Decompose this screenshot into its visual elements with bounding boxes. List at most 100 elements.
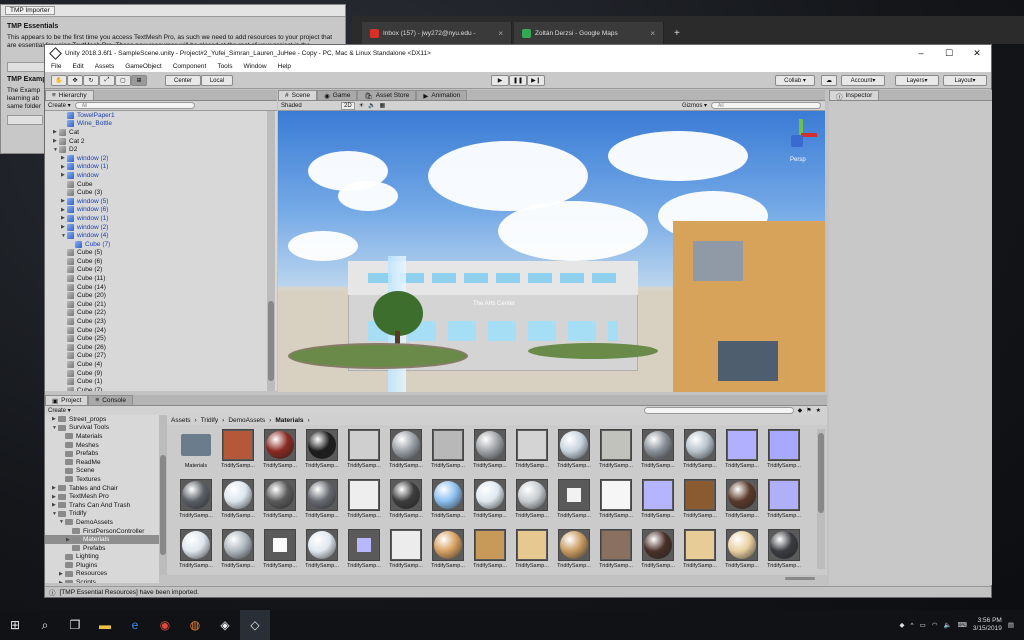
hierarchy-row[interactable]: Cube (7) (45, 240, 277, 249)
material-asset[interactable]: TridifySamp... (217, 429, 259, 479)
unity-icon[interactable]: ◇ (240, 610, 270, 640)
material-asset[interactable]: TridifySamp... (595, 529, 637, 579)
project-tree-item[interactable]: ▶ TextMesh Pro (45, 492, 159, 501)
material-asset[interactable]: TridifySamp... (469, 529, 511, 579)
menu-file[interactable]: File (51, 63, 61, 70)
favorite-icon[interactable]: ★ (816, 407, 821, 414)
project-tree-item[interactable]: ▼ Tridify (45, 510, 159, 519)
breadcrumb-item[interactable]: DemoAssets (228, 417, 265, 424)
battery-icon[interactable]: ▭ (920, 621, 926, 629)
scene-search-input[interactable]: All (711, 102, 821, 109)
asset-folder[interactable]: Materials (175, 429, 217, 479)
material-asset[interactable]: TridifySamp... (217, 529, 259, 579)
tab-console[interactable]: ≡ Console (88, 395, 134, 405)
hierarchy-scrollbar[interactable] (267, 111, 275, 391)
project-tree-item[interactable]: ▶ Scripts (45, 578, 159, 583)
material-asset[interactable]: TridifySamp... (385, 479, 427, 529)
transform-tool-button[interactable]: ⊞ (131, 75, 147, 86)
minimize-button[interactable]: – (907, 48, 935, 59)
hierarchy-row[interactable]: Cube (7) (45, 386, 277, 391)
close-icon[interactable]: × (498, 29, 503, 38)
hierarchy-row[interactable]: Cube (14) (45, 283, 277, 292)
material-asset[interactable]: TridifySamp... (721, 479, 763, 529)
tab-inspector[interactable]: ⓘ Inspector (829, 90, 880, 101)
browser-tab-inbox[interactable]: Inbox (157) - jwy272@nyu.edu - × (362, 22, 512, 44)
material-asset[interactable]: TridifySamp... (679, 529, 721, 579)
gizmo-z-axis[interactable] (791, 135, 803, 147)
project-tree-item[interactable]: ReadMe (45, 458, 159, 467)
play-button[interactable]: ▶ (491, 75, 509, 86)
material-asset[interactable]: TridifySamp... (343, 529, 385, 579)
collab-button[interactable]: Collab ▾ (775, 75, 815, 86)
menu-component[interactable]: Component (173, 63, 207, 70)
hierarchy-create-button[interactable]: Create ▾ (48, 102, 71, 109)
hierarchy-row[interactable]: Cube (2) (45, 266, 277, 275)
hierarchy-row[interactable]: Cube (4) (45, 360, 277, 369)
project-tree-item[interactable]: Meshes (45, 441, 159, 450)
scale-tool-button[interactable]: ⤢ (99, 75, 115, 86)
material-asset[interactable]: TridifySamp... (763, 529, 805, 579)
material-asset[interactable]: TridifySamp... (427, 529, 469, 579)
thumbnail-size-slider[interactable] (785, 577, 815, 580)
material-asset[interactable]: TridifySamp... (511, 479, 553, 529)
scene-viewport[interactable]: The Arts Center Persp (278, 111, 825, 392)
breadcrumb-item[interactable]: Tridify (201, 417, 218, 424)
gizmo-x-axis[interactable] (801, 133, 817, 137)
material-asset[interactable]: TridifySamp... (637, 429, 679, 479)
asset-grid-scrollbar[interactable] (817, 429, 825, 569)
material-asset[interactable]: TridifySamp... (427, 429, 469, 479)
menu-gameobject[interactable]: GameObject (125, 63, 162, 70)
clock[interactable]: 3:56 PM 3/15/2019 (973, 617, 1002, 633)
hand-tool-button[interactable]: ✋ (51, 75, 67, 86)
project-tree-item[interactable]: ▶ Tables and Chair (45, 484, 159, 493)
filter-label-icon[interactable]: ⚑ (806, 407, 811, 414)
project-tree-item[interactable]: Lighting (45, 553, 159, 562)
maximize-button[interactable]: ☐ (935, 48, 963, 59)
hierarchy-row[interactable]: Cube (45, 180, 277, 189)
hierarchy-row[interactable]: ▼window (4)› (45, 231, 277, 240)
move-tool-button[interactable]: ✥ (67, 75, 83, 86)
unity-hub-icon[interactable]: ◈ (210, 610, 240, 640)
material-asset[interactable]: TridifySamp... (259, 429, 301, 479)
material-asset[interactable]: TridifySamp... (637, 479, 679, 529)
project-tree-scrollbar[interactable] (159, 415, 167, 575)
task-view-icon[interactable]: ❐ (60, 610, 90, 640)
material-asset[interactable]: TridifySamp... (637, 529, 679, 579)
tab-scene[interactable]: # Scene (278, 90, 318, 100)
breadcrumb-item[interactable]: Assets (171, 417, 191, 424)
file-explorer-icon[interactable]: ▬ (90, 610, 120, 640)
2d-toggle[interactable]: 2D (341, 101, 355, 110)
material-asset[interactable]: TridifySamp... (595, 479, 637, 529)
hierarchy-row[interactable]: Cube (25) (45, 334, 277, 343)
layout-dropdown[interactable]: Layout ▾ (943, 75, 987, 86)
hierarchy-row[interactable]: Wine_Bottle› (45, 120, 277, 129)
browser-tab-maps[interactable]: Zoltán Derzsi - Google Maps × (514, 22, 664, 44)
material-asset[interactable]: TridifySamp... (511, 529, 553, 579)
firefox-icon[interactable]: ◍ (180, 610, 210, 640)
pivot-local-button[interactable]: Local (201, 75, 233, 86)
hierarchy-row[interactable]: Cube (3) (45, 188, 277, 197)
material-asset[interactable]: TridifySamp... (763, 429, 805, 479)
menu-edit[interactable]: Edit (72, 63, 83, 70)
hierarchy-row[interactable]: ▶window (6)› (45, 206, 277, 215)
orientation-gizmo[interactable] (783, 117, 819, 153)
wifi-icon[interactable]: ◠ (932, 621, 938, 629)
hierarchy-row[interactable]: Cube (27) (45, 352, 277, 361)
menu-help[interactable]: Help (278, 63, 291, 70)
import-tmp-examples-button[interactable] (7, 115, 43, 125)
volume-icon[interactable]: 🔈 (943, 621, 951, 629)
material-asset[interactable]: TridifySamp... (511, 429, 553, 479)
hierarchy-row[interactable]: ▶ Cat (45, 128, 277, 137)
hierarchy-search-input[interactable]: All (74, 102, 195, 109)
effects-toggle-icon[interactable]: ▦ (380, 102, 386, 109)
material-asset[interactable]: TridifySamp... (469, 479, 511, 529)
shading-mode-dropdown[interactable]: Shaded (281, 103, 337, 109)
hierarchy-row[interactable]: ▶window (2)› (45, 223, 277, 232)
hierarchy-row[interactable]: ▶window› (45, 171, 277, 180)
tab-project[interactable]: ▣ Project (45, 395, 89, 405)
hierarchy-row[interactable]: ▶window (2)› (45, 154, 277, 163)
material-asset[interactable]: TridifySamp... (175, 529, 217, 579)
material-asset[interactable]: TridifySamp... (343, 429, 385, 479)
filter-type-icon[interactable]: ◆ (798, 407, 803, 414)
scrollbar-thumb[interactable] (160, 455, 166, 555)
